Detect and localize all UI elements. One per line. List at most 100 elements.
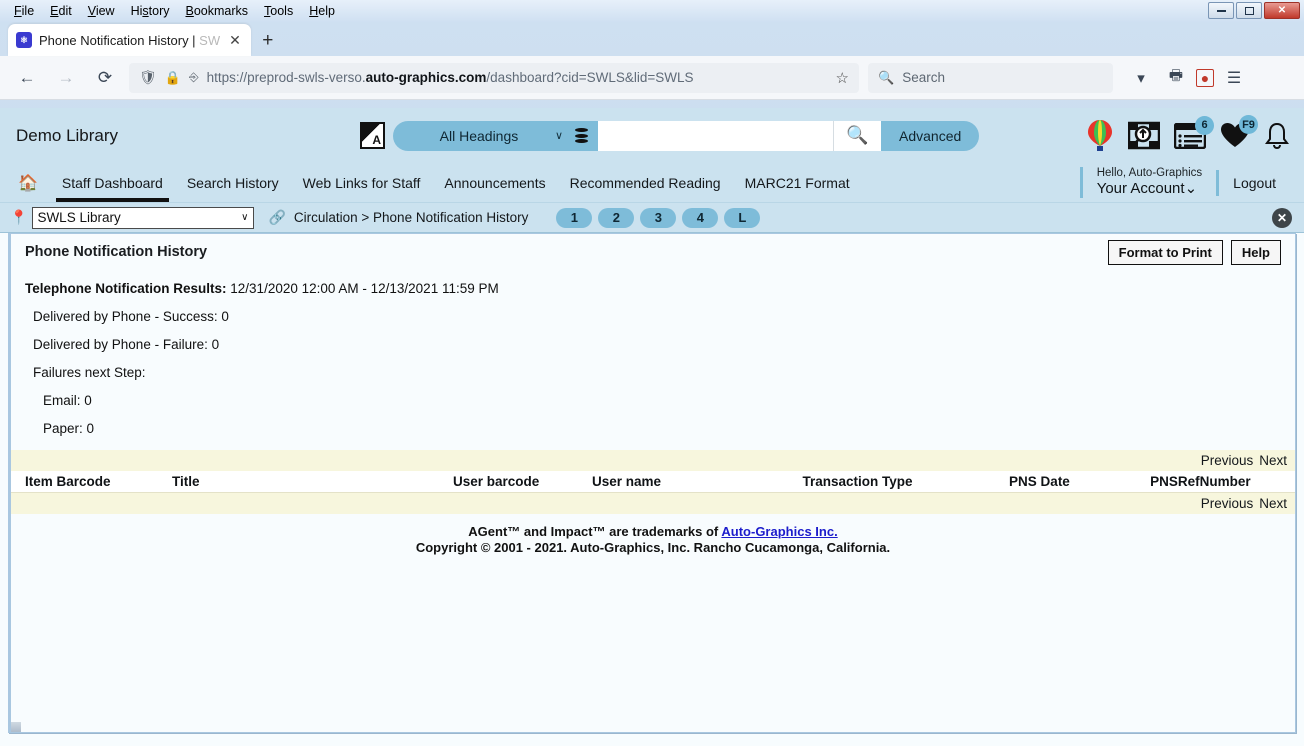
column-transaction-type: Transaction Type — [802, 474, 913, 489]
nav-web-links-for-staff[interactable]: Web Links for Staff — [291, 163, 433, 202]
context-bar: 📍 SWLS Library ∨ 🔗 Circulation > Phone N… — [0, 203, 1304, 233]
permissions-icon[interactable]: ⎆ — [189, 70, 199, 85]
application-menubar: File Edit View History Bookmarks Tools H… — [0, 0, 343, 22]
image-search-icon[interactable] — [1128, 121, 1160, 151]
help-button[interactable]: Help — [1230, 240, 1281, 265]
resize-corner — [11, 722, 21, 732]
lock-icon[interactable]: 🔒 — [165, 70, 181, 86]
library-select[interactable]: SWLS Library ∨ — [32, 206, 255, 229]
window-titlebar: File Edit View History Bookmarks Tools H… — [0, 0, 1304, 22]
close-icon[interactable]: ✕ — [1272, 207, 1292, 228]
account-area: Hello, Auto-Graphics Your Account⌄ Logou… — [1079, 163, 1290, 202]
close-tab-icon[interactable]: ✕ — [227, 32, 243, 49]
pocket-icon[interactable]: ▾ — [1126, 63, 1156, 93]
results-table: Previous Next Item Barcode Title User ba… — [11, 450, 1295, 514]
hamburger-menu-icon[interactable]: ☰ — [1219, 63, 1249, 93]
search-scope-label: All Headings — [439, 127, 519, 144]
menu-history[interactable]: History — [123, 1, 178, 21]
restore-button[interactable] — [1236, 2, 1262, 19]
copyright-line: Copyright © 2001 - 2021. Auto-Graphics, … — [415, 540, 891, 556]
browser-search-placeholder: Search — [902, 70, 945, 85]
url-bar[interactable]: 🛡 🔒 ⎆ https://preprod-swls-verso.auto-gr… — [129, 62, 859, 93]
link-chain-icon: 🔗 — [268, 209, 286, 225]
session-pill-l[interactable]: L — [724, 207, 761, 228]
forward-icon[interactable]: → — [51, 63, 81, 93]
nav-recommended-reading[interactable]: Recommended Reading — [558, 163, 733, 202]
column-pns-date: PNS Date — [1009, 474, 1070, 489]
window-controls: ✕ — [1208, 2, 1300, 19]
language-icon[interactable] — [360, 122, 385, 149]
app-header: Demo Library All Headings ∨ 🔍 Advanced — [0, 108, 1304, 163]
table-header-row: Item Barcode Title User barcode User nam… — [11, 471, 1295, 493]
browser-search-bar[interactable]: 🔍 Search — [868, 62, 1113, 93]
previous-link-top[interactable]: Previous — [1201, 453, 1254, 468]
next-link-top[interactable]: Next — [1259, 453, 1287, 468]
search-scope-dropdown[interactable]: All Headings ∨ — [393, 120, 598, 151]
location-pin-icon: 📍 — [10, 209, 28, 225]
menu-view[interactable]: View — [80, 1, 123, 21]
back-icon[interactable]: ← — [12, 63, 42, 93]
nav-announcements[interactable]: Announcements — [432, 163, 557, 202]
shield-icon[interactable]: 🛡 — [139, 69, 157, 86]
reload-icon[interactable]: ⟳ — [90, 63, 120, 93]
trademark-line: AGent™ and Impact™ are trademarks of Aut… — [468, 524, 838, 539]
menu-edit[interactable]: Edit — [42, 1, 80, 21]
menu-file[interactable]: File — [6, 1, 42, 21]
library-name: Demo Library — [16, 125, 119, 145]
column-title: Title — [171, 474, 200, 489]
search-submit-button[interactable]: 🔍 — [833, 120, 881, 151]
chevron-down-icon: ⌄ — [1184, 180, 1198, 198]
database-icon[interactable] — [575, 128, 588, 143]
logout-link[interactable]: Logout — [1216, 169, 1290, 196]
favorites-heart-icon[interactable]: F9 — [1220, 115, 1258, 149]
list-card-icon[interactable]: 6 — [1174, 115, 1214, 149]
column-pns-ref-number: PNSRefNumber — [1150, 474, 1251, 489]
header-icon-group: 6 F9 — [1086, 115, 1290, 153]
session-pill-2[interactable]: 2 — [598, 207, 635, 228]
library-select-value: SWLS Library — [37, 210, 121, 225]
list-card-badge: 6 — [1195, 115, 1214, 135]
nav-search-history[interactable]: Search History — [175, 163, 291, 202]
page-title: Phone Notification History — [25, 244, 208, 260]
results-summary: Telephone Notification Results: 12/31/20… — [11, 265, 1295, 296]
browser-tab-active[interactable]: ⚛ Phone Notification History | SW ✕ — [8, 24, 251, 56]
balloon-icon[interactable] — [1086, 119, 1114, 153]
session-pill-1[interactable]: 1 — [556, 207, 593, 228]
column-user-barcode: User barcode — [452, 474, 540, 489]
panel-header: Phone Notification History Format to Pri… — [11, 234, 1295, 265]
minimize-button[interactable] — [1208, 2, 1234, 19]
nav-marc21-format[interactable]: MARC21 Format — [733, 163, 862, 202]
breadcrumb: Circulation > Phone Notification History — [293, 210, 529, 225]
menu-bookmarks[interactable]: Bookmarks — [178, 1, 257, 21]
stat-delivered-failure: Delivered by Phone - Failure: 0 — [33, 337, 220, 352]
next-link-bottom[interactable]: Next — [1259, 496, 1287, 511]
session-pill-3[interactable]: 3 — [640, 207, 677, 228]
footer-note: AGent™ and Impact™ are trademarks of Aut… — [11, 514, 1295, 557]
notifications-bell-icon[interactable] — [1264, 122, 1290, 150]
menu-help[interactable]: Help — [301, 1, 343, 21]
search-icon: 🔍 — [878, 69, 895, 85]
stat-failures-next-step: Failures next Step: — [33, 365, 146, 380]
extension-icon[interactable]: ● — [1196, 68, 1214, 87]
your-account-menu[interactable]: Hello, Auto-Graphics Your Account⌄ — [1079, 167, 1216, 198]
auto-graphics-link[interactable]: Auto-Graphics Inc. — [721, 524, 837, 539]
search-input[interactable] — [598, 120, 833, 151]
new-tab-button[interactable]: + — [253, 26, 283, 56]
browser-tab-title: Phone Notification History | SW — [39, 32, 221, 48]
print-icon[interactable]: 🖶 — [1161, 63, 1191, 93]
advanced-search-button[interactable]: Advanced — [881, 120, 980, 151]
browser-toolbar-icons: ▾ 🖶 ● ☰ — [1126, 63, 1249, 93]
results-label: Telephone Notification Results: — [25, 281, 227, 296]
session-pills: 1 2 3 4 L — [556, 207, 761, 228]
home-icon[interactable]: 🏠 — [18, 163, 50, 202]
format-to-print-button[interactable]: Format to Print — [1107, 240, 1223, 265]
bookmark-star-icon[interactable]: ☆ — [836, 69, 849, 87]
menu-tools[interactable]: Tools — [256, 1, 301, 21]
session-pill-4[interactable]: 4 — [682, 207, 719, 228]
nav-staff-dashboard[interactable]: Staff Dashboard — [50, 163, 175, 202]
previous-link-bottom[interactable]: Previous — [1201, 496, 1254, 511]
favicon-icon: ⚛ — [16, 32, 32, 48]
chevron-down-icon: ∨ — [554, 130, 563, 142]
browser-navbar: ← → ⟳ 🛡 🔒 ⎆ https://preprod-swls-verso.a… — [0, 56, 1304, 100]
close-window-button[interactable]: ✕ — [1264, 2, 1300, 19]
